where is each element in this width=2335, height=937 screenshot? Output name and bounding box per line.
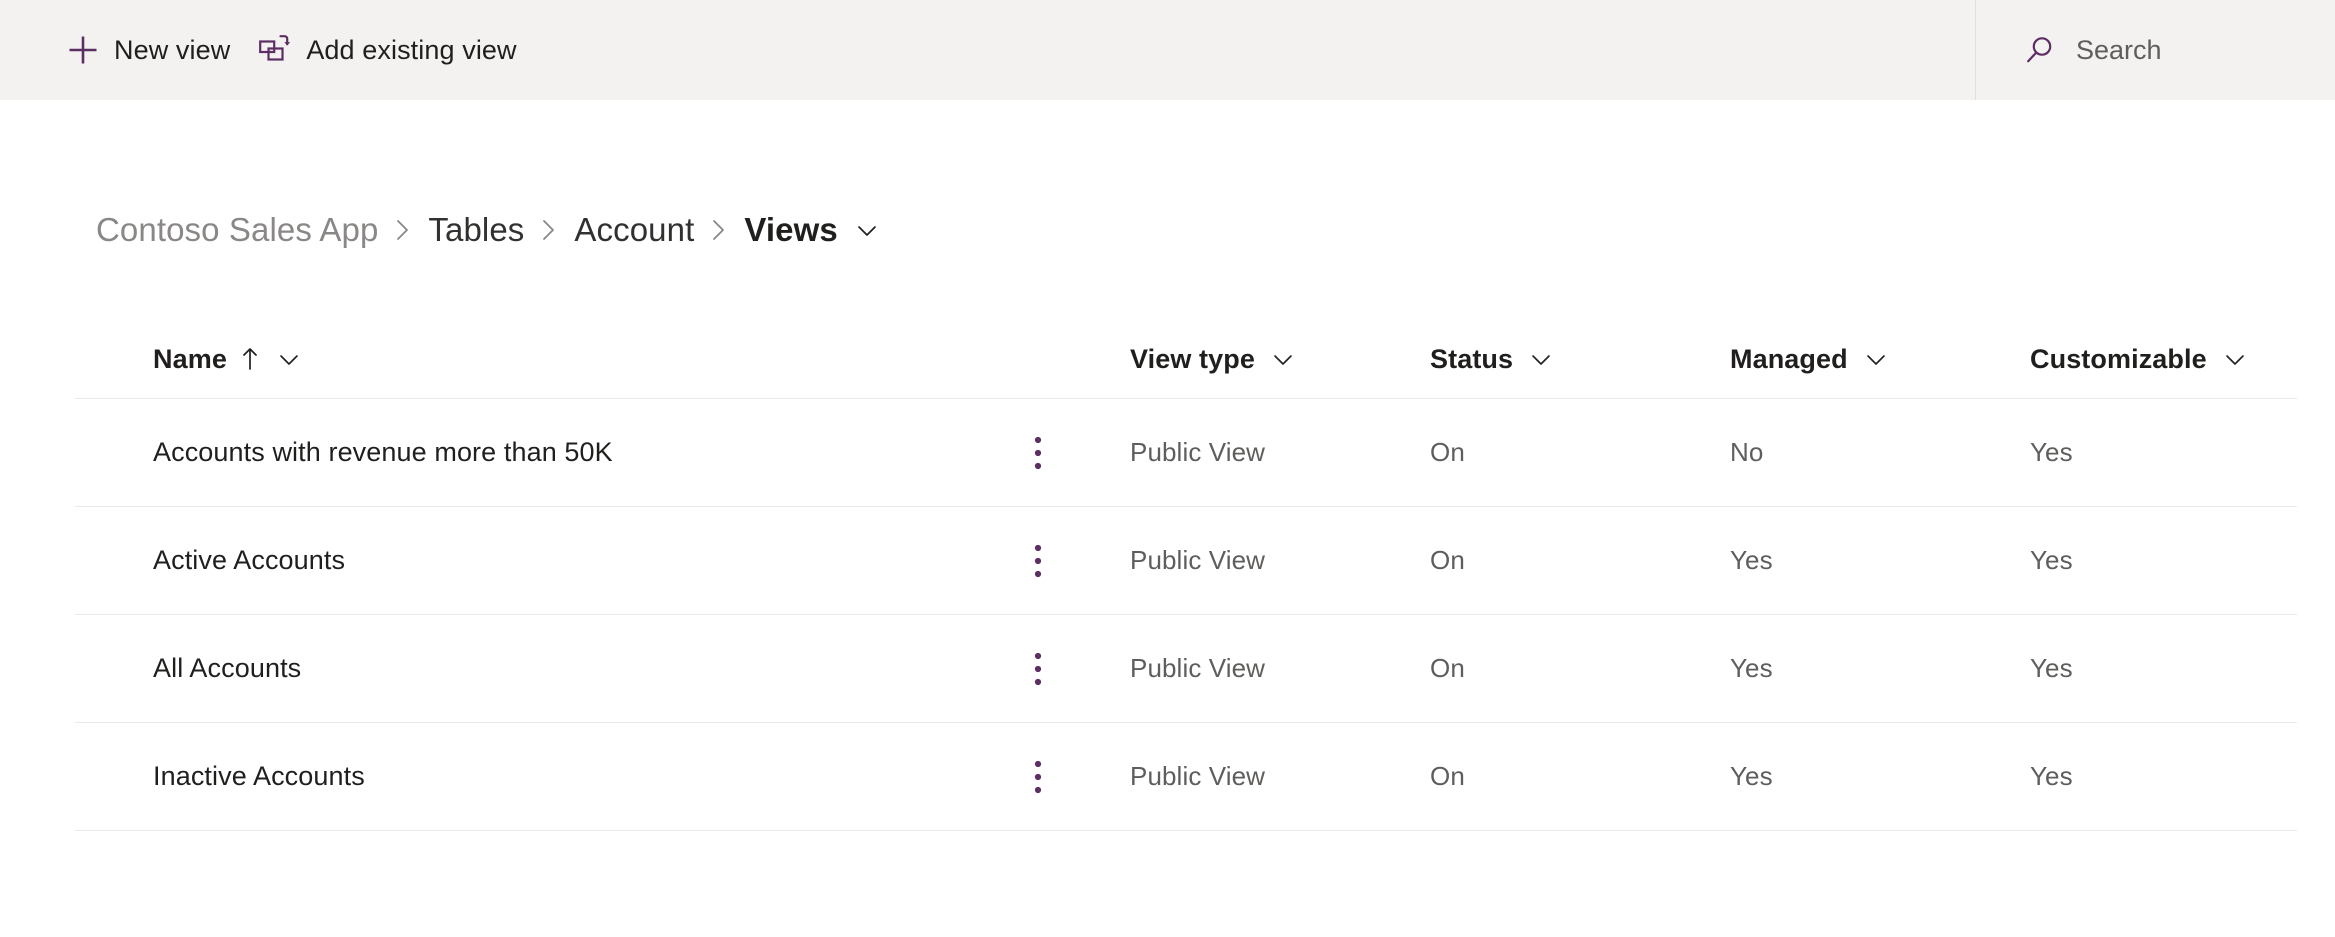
- row-more-options-button[interactable]: [1015, 723, 1061, 830]
- column-header-status[interactable]: Status: [1430, 320, 1555, 398]
- cell-status: On: [1430, 545, 1465, 575]
- breadcrumb-separator-icon: [540, 216, 558, 244]
- breadcrumb-item-app[interactable]: Contoso Sales App: [96, 211, 378, 249]
- column-header-name[interactable]: Name: [153, 320, 303, 398]
- breadcrumb-separator-icon: [394, 216, 412, 244]
- cell-managed: No: [1730, 437, 1764, 467]
- search-box[interactable]: Search: [1976, 0, 2335, 100]
- column-header-customizable-label: Customizable: [2030, 343, 2207, 374]
- column-header-managed[interactable]: Managed: [1730, 320, 1890, 398]
- chevron-down-icon[interactable]: [2221, 345, 2249, 373]
- cell-status: On: [1430, 761, 1465, 791]
- column-header-view-type-label: View type: [1130, 343, 1255, 374]
- cell-view-type: Public View: [1130, 653, 1266, 683]
- cell-managed: Yes: [1730, 653, 1773, 683]
- column-header-view-type[interactable]: View type: [1130, 320, 1297, 398]
- cell-customizable: Yes: [2030, 761, 2073, 791]
- search-placeholder: Search: [2076, 34, 2162, 65]
- cell-view-type: Public View: [1130, 437, 1266, 467]
- breadcrumb-separator-icon: [710, 216, 728, 244]
- cell-view-name[interactable]: Active Accounts: [153, 507, 345, 614]
- breadcrumb-chevron-down-icon[interactable]: [852, 215, 882, 245]
- chevron-down-icon[interactable]: [1269, 345, 1297, 373]
- breadcrumb-item-views: Views: [744, 211, 838, 248]
- add-existing-icon: [258, 33, 292, 67]
- table-row[interactable]: Accounts with revenue more than 50K Publ…: [75, 399, 2297, 507]
- chevron-down-icon[interactable]: [1862, 345, 1890, 373]
- cell-view-name[interactable]: All Accounts: [153, 615, 301, 722]
- row-more-options-button[interactable]: [1015, 399, 1061, 506]
- command-bar: New view Add existing view Search: [0, 0, 2335, 100]
- cell-view-type: Public View: [1130, 545, 1266, 575]
- column-header-status-label: Status: [1430, 343, 1514, 374]
- table-header-row: Name View type Status Managed Customizab…: [75, 320, 2297, 399]
- breadcrumb-item-account[interactable]: Account: [574, 211, 694, 249]
- sort-ascending-icon: [239, 344, 261, 374]
- breadcrumb: Contoso Sales App Tables Account Views: [96, 200, 882, 260]
- command-bar-actions: New view Add existing view: [0, 0, 531, 100]
- search-icon: [2024, 34, 2056, 66]
- cell-view-type: Public View: [1130, 761, 1266, 791]
- cell-view-name[interactable]: Accounts with revenue more than 50K: [153, 399, 613, 506]
- column-header-name-label: Name: [153, 343, 227, 374]
- new-view-label: New view: [114, 34, 231, 65]
- cell-status: On: [1430, 653, 1465, 683]
- new-view-button[interactable]: New view: [52, 18, 244, 82]
- add-existing-view-button[interactable]: Add existing view: [244, 18, 530, 82]
- row-more-options-button[interactable]: [1015, 615, 1061, 722]
- cell-managed: Yes: [1730, 545, 1773, 575]
- plus-icon: [66, 33, 100, 67]
- column-header-managed-label: Managed: [1730, 343, 1848, 374]
- row-more-options-button[interactable]: [1015, 507, 1061, 614]
- column-header-customizable[interactable]: Customizable: [2030, 320, 2249, 398]
- table-row[interactable]: Active Accounts Public View On Yes Yes: [75, 507, 2297, 615]
- cell-customizable: Yes: [2030, 653, 2073, 683]
- cell-status: On: [1430, 437, 1465, 467]
- table-row[interactable]: Inactive Accounts Public View On Yes Yes: [75, 723, 2297, 831]
- cell-view-name[interactable]: Inactive Accounts: [153, 723, 365, 830]
- add-existing-view-label: Add existing view: [306, 34, 517, 65]
- cell-customizable: Yes: [2030, 545, 2073, 575]
- chevron-down-icon[interactable]: [275, 345, 303, 373]
- views-table: Name View type Status Managed Customizab…: [75, 320, 2297, 831]
- cell-customizable: Yes: [2030, 437, 2073, 467]
- chevron-down-icon[interactable]: [1527, 345, 1555, 373]
- table-row[interactable]: All Accounts Public View On Yes Yes: [75, 615, 2297, 723]
- cell-managed: Yes: [1730, 761, 1773, 791]
- breadcrumb-item-tables[interactable]: Tables: [428, 211, 524, 249]
